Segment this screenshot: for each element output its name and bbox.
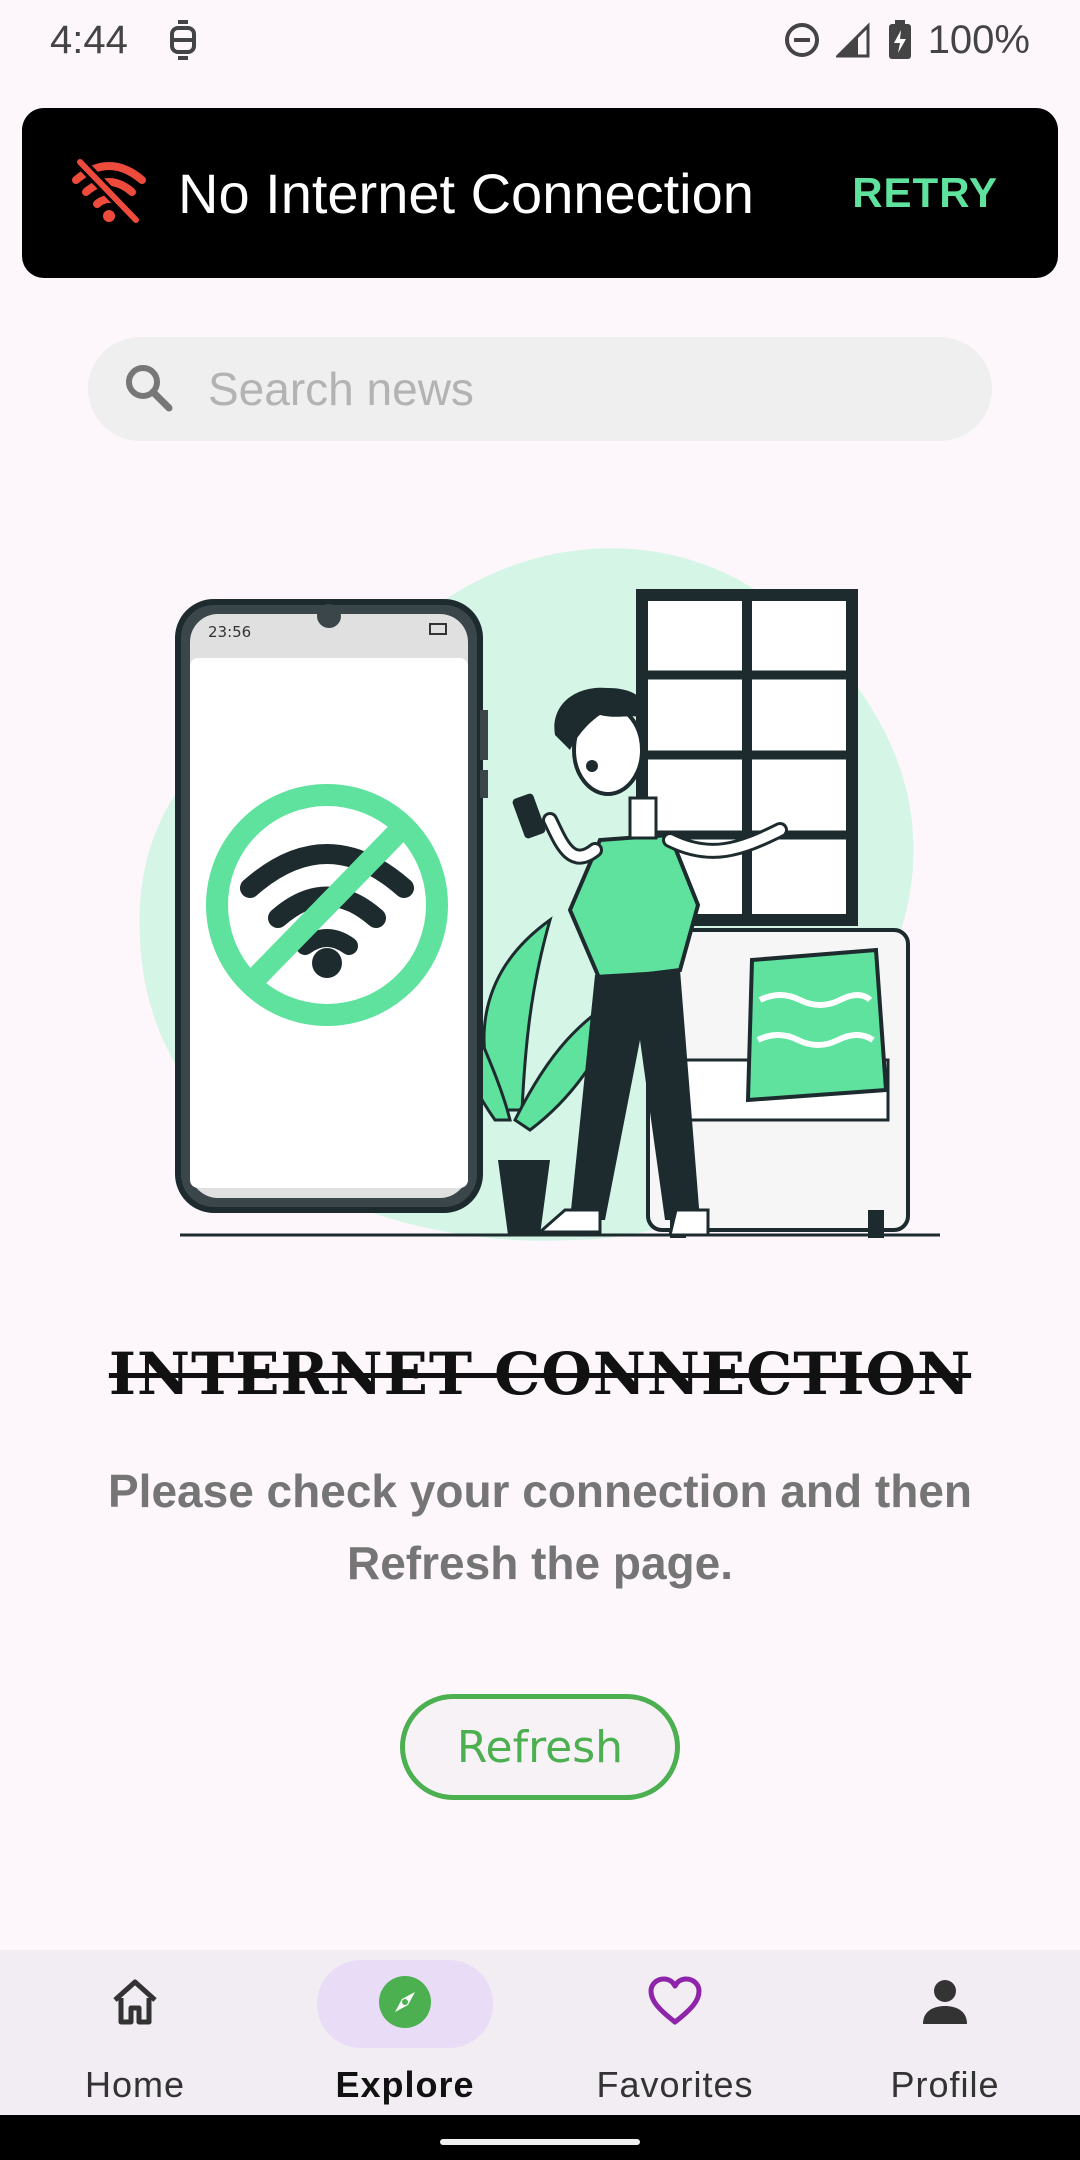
compass-icon (377, 1974, 433, 2035)
status-bar: 4:44 100% (0, 0, 1080, 80)
gesture-handle[interactable] (440, 2139, 640, 2145)
nav-label-explore: Explore (335, 2064, 475, 2105)
retry-button[interactable]: RETRY (852, 169, 998, 217)
status-time: 4:44 (50, 17, 128, 62)
signal-icon (835, 22, 872, 58)
gesture-bar (0, 2115, 1080, 2160)
nav-label-favorites: Favorites (596, 2064, 754, 2105)
search-input[interactable] (208, 362, 948, 416)
person-icon (919, 1976, 971, 2033)
nav-label-home: Home (84, 2064, 186, 2105)
error-message: Please check your connection and then Re… (107, 1465, 973, 1589)
banner-message: No Internet Connection (178, 161, 754, 225)
home-icon (109, 1976, 161, 2033)
nav-item-explore[interactable]: Explore (270, 1950, 540, 2115)
nav-label-profile: Profile (890, 2064, 1000, 2105)
battery-level: 100% (927, 17, 1030, 62)
nav-item-home[interactable]: Home (0, 1950, 270, 2115)
nav-item-favorites[interactable]: Favorites (540, 1950, 810, 2115)
search-icon (122, 361, 174, 418)
heart-icon (647, 1976, 703, 2033)
phone-screen-time: 23:56 (208, 623, 251, 641)
bottom-navigation: Home Explore Favorites Profile (0, 1950, 1080, 2115)
refresh-button[interactable]: Refresh (400, 1694, 680, 1800)
nav-item-profile[interactable]: Profile (810, 1950, 1080, 2115)
battery-charging-icon (888, 20, 912, 60)
search-bar[interactable] (88, 337, 992, 441)
notification-icon (166, 20, 200, 60)
dnd-icon (784, 22, 820, 58)
no-connection-illustration: 23:56 (139, 548, 940, 1241)
error-heading: INTERNET CONNECTION (108, 1340, 972, 1408)
wifi-off-icon (70, 157, 148, 229)
no-internet-banner: No Internet Connection RETRY (22, 108, 1058, 278)
